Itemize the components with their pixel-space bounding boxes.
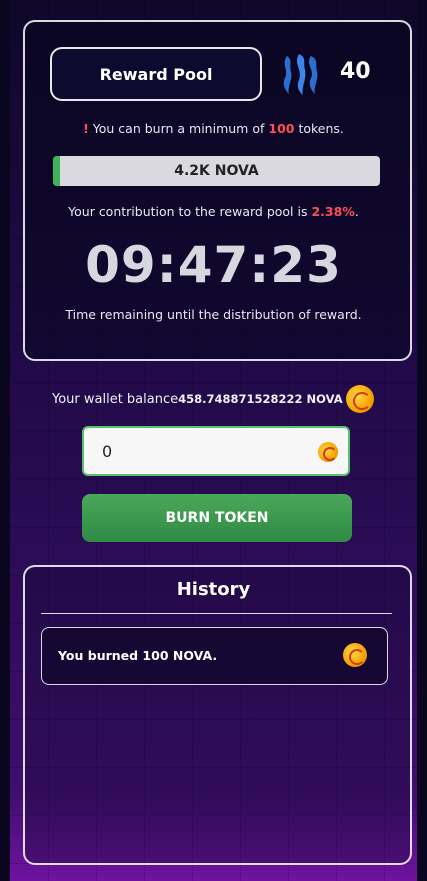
- steem-logo-icon: [283, 54, 318, 95]
- history-title: History: [176, 579, 251, 600]
- min-note-prefix: You can burn a minimum of: [92, 121, 265, 136]
- wallet-balance: Your wallet balance 458.748871528222 NOV…: [52, 385, 374, 413]
- contribution-percent: 2.38%: [311, 204, 355, 219]
- history-item-text: You burned 100 NOVA.: [58, 648, 218, 663]
- contribution-prefix: Your contribution to the reward pool is: [68, 204, 308, 219]
- wallet-value: 458.748871528222 NOVA: [178, 392, 343, 406]
- history-panel: [23, 565, 412, 865]
- nova-coin-icon: [318, 442, 338, 462]
- history-divider: [41, 613, 392, 614]
- participant-count: 40: [340, 59, 371, 84]
- nova-coin-icon: [343, 643, 367, 667]
- burn-amount-input[interactable]: [100, 441, 304, 462]
- pool-progress-label: 4.2K NOVA: [174, 163, 259, 179]
- burn-amount-field[interactable]: [82, 426, 350, 476]
- reward-pool-title: Reward Pool: [50, 47, 262, 101]
- burn-token-button[interactable]: BURN TOKEN: [82, 494, 352, 542]
- wallet-label: Your wallet balance: [52, 391, 179, 407]
- exclamation-icon: !: [83, 121, 89, 136]
- contribution-note: Your contribution to the reward pool is …: [68, 204, 359, 219]
- history-item: You burned 100 NOVA.: [41, 627, 388, 685]
- min-note-suffix: tokens.: [298, 121, 344, 136]
- minimum-burn-note: ! You can burn a minimum of 100 tokens.: [0, 121, 427, 136]
- countdown-timer: 09:47:23: [85, 236, 342, 294]
- nova-coin-icon: [345, 385, 374, 413]
- pool-progress-bar: 4.2K NOVA: [53, 156, 380, 186]
- timer-note: Time remaining until the distribution of…: [65, 307, 362, 322]
- min-amount: 100: [268, 121, 295, 136]
